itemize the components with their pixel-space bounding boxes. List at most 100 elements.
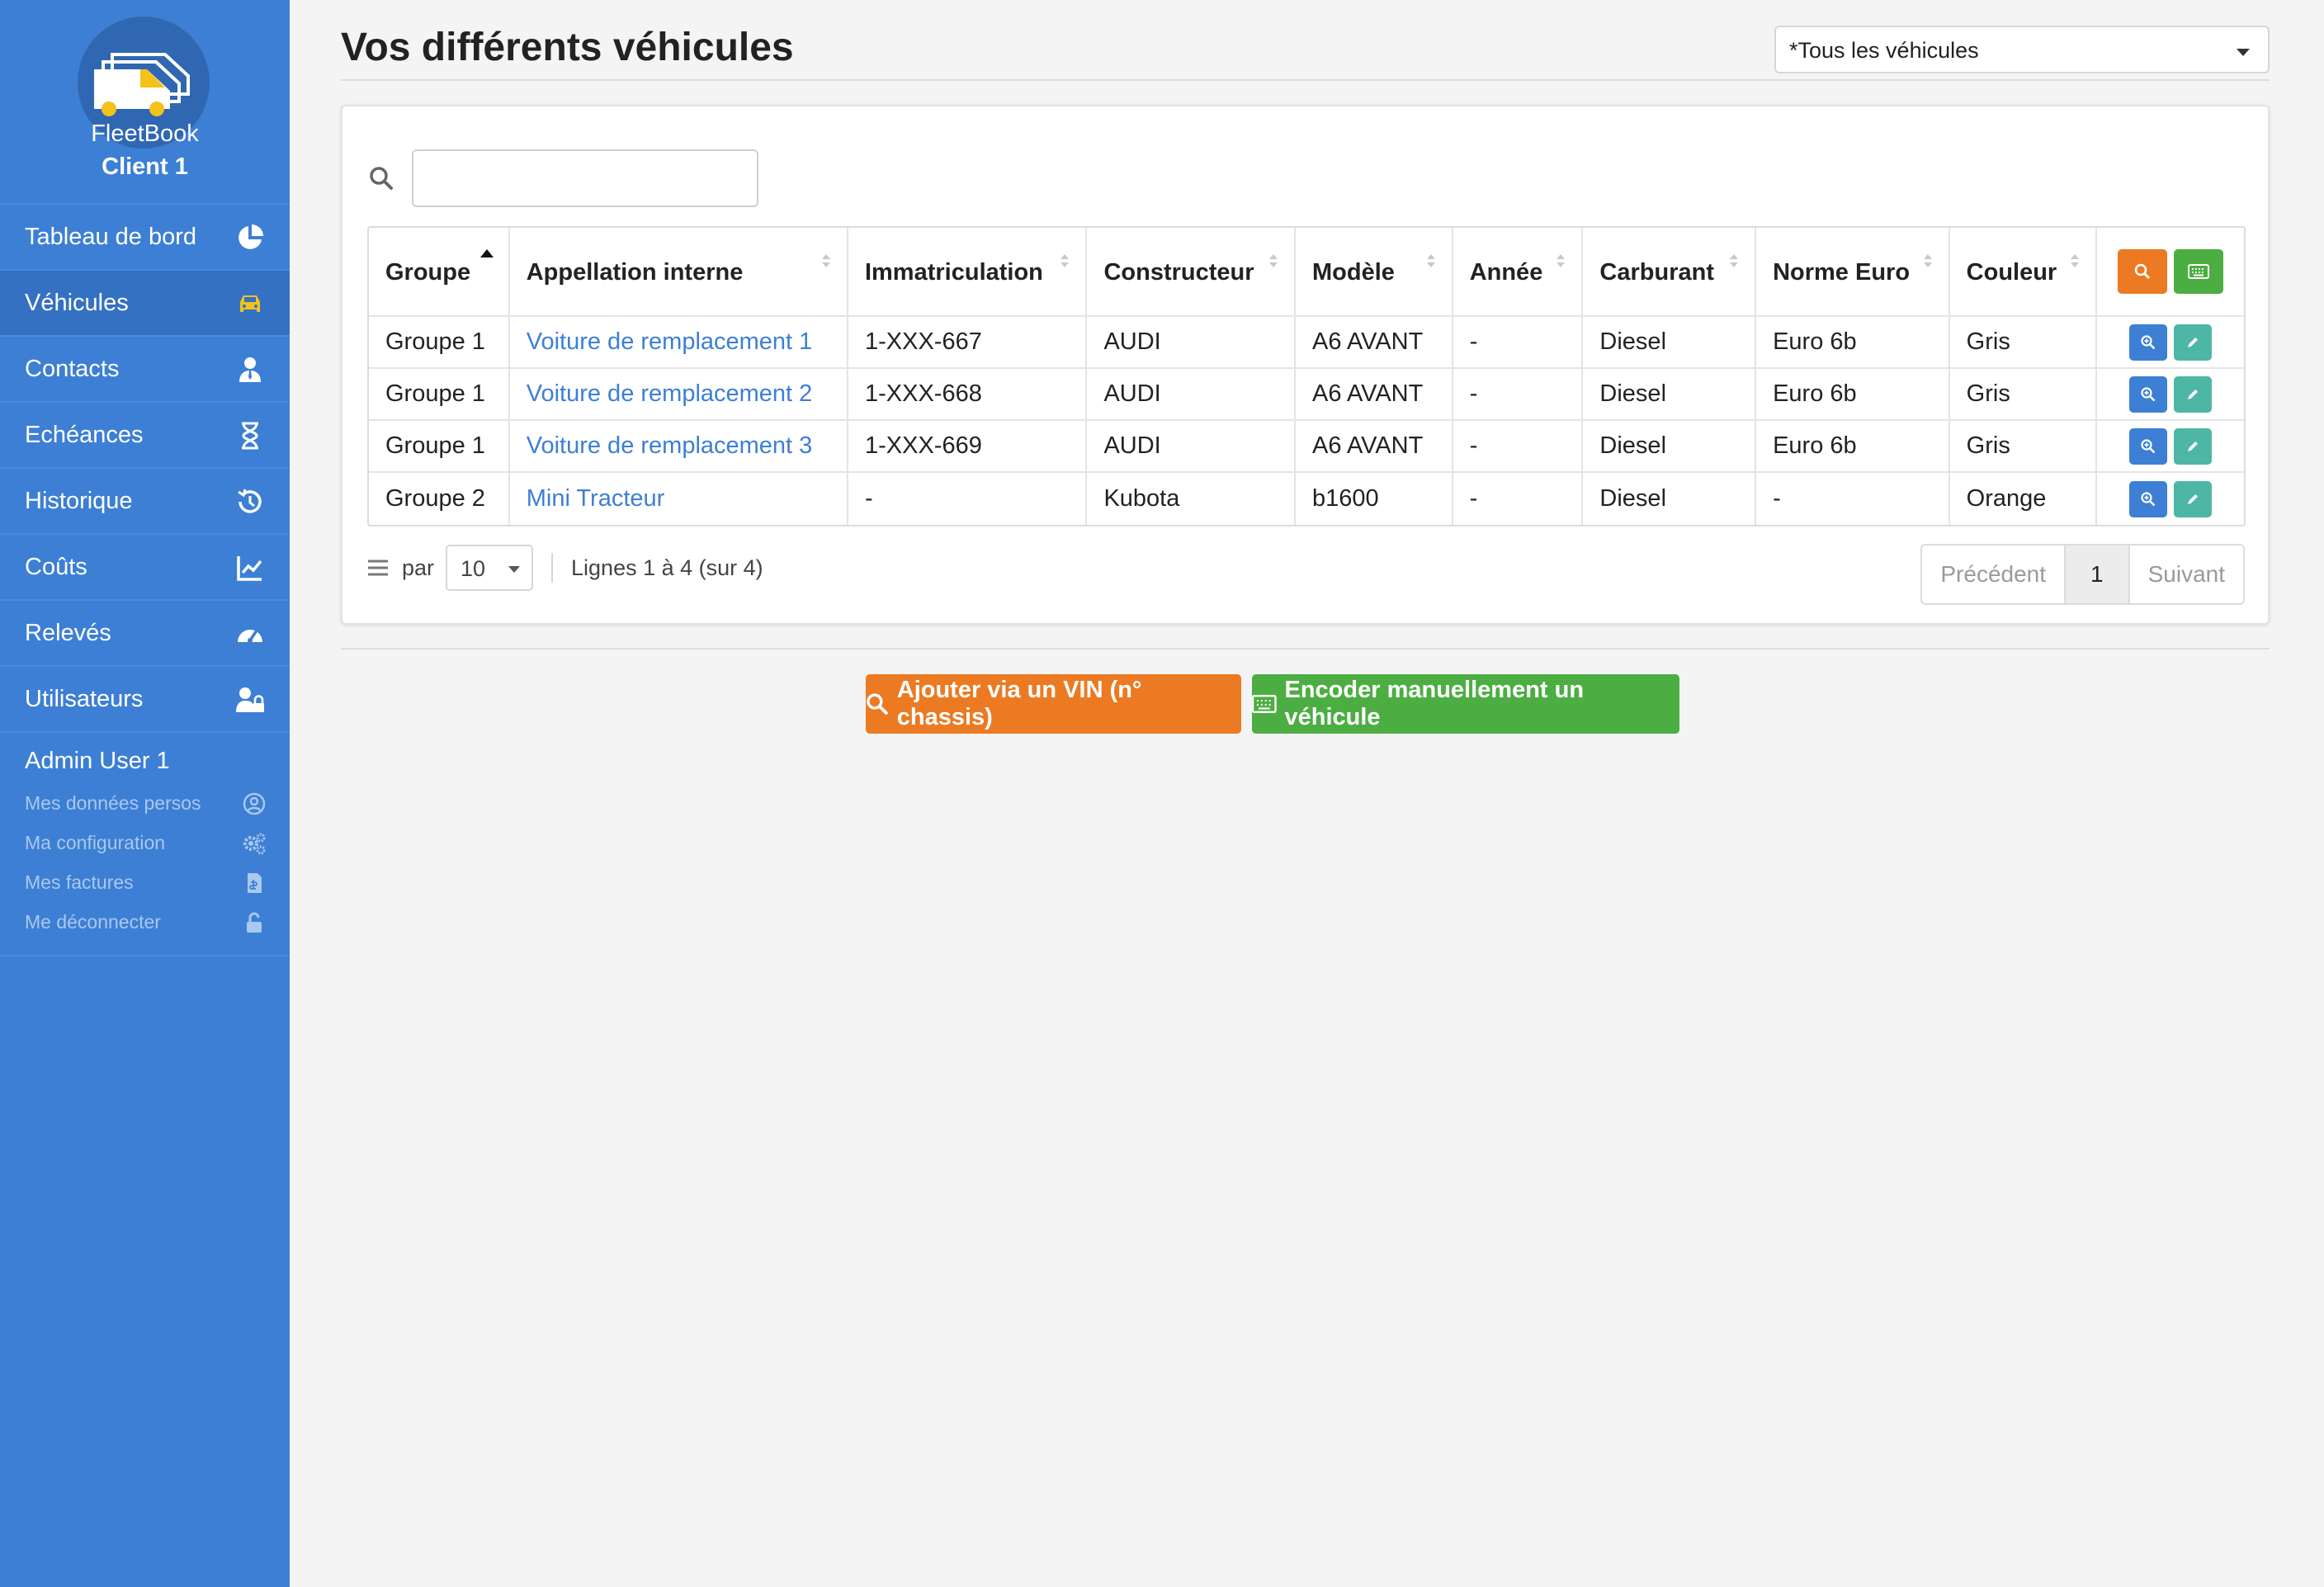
manual-entry-button[interactable]: Encoder manuellement un véhicule	[1252, 674, 1679, 734]
sidebar-item-label: Utilisateurs	[25, 685, 144, 712]
column-header-norme-euro[interactable]: Norme Euro	[1756, 228, 1950, 315]
cell-couleur: Gris	[1950, 317, 2098, 367]
cell-carburant: Diesel	[1583, 369, 1757, 419]
pencil-icon	[2188, 389, 2199, 399]
column-header-annee[interactable]: Année	[1453, 228, 1584, 315]
header-manual-entry-button[interactable]	[2174, 249, 2224, 294]
header-search-vin-button[interactable]	[2118, 249, 2168, 294]
row-actions	[2097, 369, 2244, 419]
pagination-next[interactable]: Suivant	[2129, 546, 2243, 603]
sidebar-link-personal-data[interactable]: Mes données persos	[25, 783, 267, 823]
view-vehicle-button[interactable]	[2129, 427, 2168, 465]
pencil-icon	[2188, 441, 2199, 451]
vehicle-link[interactable]: Voiture de remplacement 2	[527, 380, 813, 408]
table-search-input[interactable]	[412, 149, 758, 207]
cell-annee: -	[1453, 317, 1584, 367]
cell-annee: -	[1453, 473, 1584, 525]
sidebar-item-costs[interactable]: Coûts	[0, 535, 290, 601]
sidebar-link-logout[interactable]: Me déconnecter	[25, 902, 265, 942]
sidebar-link-label: Ma configuration	[25, 831, 166, 853]
table-row[interactable]: Groupe 1 Voiture de remplacement 2 1-XXX…	[369, 369, 2244, 421]
sidebar-item-history[interactable]: Historique	[0, 469, 290, 535]
cogs-icon	[242, 831, 267, 856]
cell-appellation: Voiture de remplacement 2	[510, 369, 848, 419]
sidebar-item-vehicles[interactable]: Véhicules	[0, 271, 290, 337]
sidebar-item-readings[interactable]: Relevés	[0, 601, 290, 667]
column-header-appellation[interactable]: Appellation interne	[510, 228, 848, 315]
chevron-down-icon	[508, 566, 521, 573]
cell-groupe: Groupe 1	[369, 369, 510, 419]
cell-appellation: Voiture de remplacement 3	[510, 421, 848, 471]
client-name: Client 1	[102, 154, 188, 180]
sidebar-item-contacts[interactable]: Contacts	[0, 337, 290, 403]
vehicle-link[interactable]: Voiture de remplacement 1	[527, 328, 813, 356]
edit-vehicle-button[interactable]	[2174, 427, 2213, 465]
column-header-groupe[interactable]: Groupe	[369, 228, 510, 315]
view-vehicle-button[interactable]	[2129, 480, 2168, 517]
user-circle-icon	[242, 791, 267, 816]
cell-constructeur: AUDI	[1087, 369, 1297, 419]
manual-entry-label: Encoder manuellement un véhicule	[1284, 677, 1585, 730]
pagination: Précédent 1 Suivant	[1920, 544, 2245, 605]
sidebar-item-deadlines[interactable]: Echéances	[0, 403, 290, 469]
column-header-couleur[interactable]: Couleur	[1950, 228, 2098, 315]
table-header-row: Groupe Appellation interne Immatriculati…	[369, 228, 2244, 317]
table-row[interactable]: Groupe 1 Voiture de remplacement 3 1-XXX…	[369, 421, 2244, 473]
vehicle-filter-select[interactable]: *Tous les véhicules	[1774, 26, 2270, 73]
vehicle-link[interactable]: Mini Tracteur	[527, 485, 665, 512]
sidebar-link-invoices[interactable]: Mes factures	[25, 862, 265, 902]
cell-appellation: Voiture de remplacement 1	[510, 317, 848, 367]
column-header-modele[interactable]: Modèle	[1296, 228, 1453, 315]
sidebar-link-configuration[interactable]: Ma configuration	[25, 823, 267, 862]
column-header-constructeur[interactable]: Constructeur	[1087, 228, 1297, 315]
sort-icon	[821, 254, 830, 267]
cell-groupe: Groupe 1	[369, 317, 510, 367]
cell-norme-euro: Euro 6b	[1756, 369, 1950, 419]
add-by-vin-button[interactable]: Ajouter via un VIN (n° chassis)	[866, 674, 1241, 734]
sidebar-item-users[interactable]: Utilisateurs	[0, 667, 290, 733]
sidebar-item-label: Echéances	[25, 421, 144, 448]
cell-modele: A6 AVANT	[1296, 421, 1453, 471]
line-chart-icon	[235, 553, 265, 583]
keyboard-icon	[2188, 264, 2210, 279]
vehicle-link[interactable]: Voiture de remplacement 3	[527, 432, 813, 460]
column-label: Appellation interne	[526, 259, 744, 286]
sort-icon	[1923, 254, 1932, 267]
view-vehicle-button[interactable]	[2129, 375, 2168, 413]
view-vehicle-button[interactable]	[2129, 324, 2168, 361]
edit-vehicle-button[interactable]	[2174, 480, 2213, 517]
chevron-down-icon	[2237, 49, 2250, 56]
column-label: Année	[1469, 259, 1543, 286]
per-page-select[interactable]: 10	[446, 545, 534, 591]
sidebar-item-dashboard[interactable]: Tableau de bord	[0, 205, 290, 271]
pagination-previous[interactable]: Précédent	[1922, 546, 2065, 603]
cell-couleur: Gris	[1950, 369, 2098, 419]
cell-constructeur: AUDI	[1087, 421, 1297, 471]
per-page-label: par	[402, 555, 435, 580]
table-row[interactable]: Groupe 2 Mini Tracteur - Kubota b1600 - …	[369, 473, 2244, 525]
edit-vehicle-button[interactable]	[2174, 375, 2213, 413]
section-divider	[341, 648, 2270, 649]
column-label: Immatriculation	[864, 259, 1043, 286]
search-icon	[367, 164, 395, 192]
cell-norme-euro: Euro 6b	[1756, 421, 1950, 471]
search-icon	[867, 693, 888, 715]
cell-modele: A6 AVANT	[1296, 369, 1453, 419]
sidebar-item-label: Contacts	[25, 355, 120, 382]
sort-icon	[1269, 254, 1278, 267]
cell-groupe: Groupe 2	[369, 473, 510, 525]
sidebar-item-label: Relevés	[25, 619, 111, 646]
cell-couleur: Orange	[1950, 473, 2098, 525]
sort-icon	[1730, 254, 1739, 267]
pie-chart-icon	[235, 223, 265, 253]
unlock-icon	[242, 910, 267, 935]
sidebar-item-label: Coûts	[25, 553, 87, 580]
cell-modele: A6 AVANT	[1296, 317, 1453, 367]
per-page-value: 10	[461, 556, 486, 581]
edit-vehicle-button[interactable]	[2174, 324, 2213, 361]
vehicles-card: Groupe Appellation interne Immatriculati…	[341, 105, 2270, 625]
column-header-carburant[interactable]: Carburant	[1583, 228, 1757, 315]
pagination-page[interactable]: 1	[2064, 546, 2130, 603]
table-row[interactable]: Groupe 1 Voiture de remplacement 1 1-XXX…	[369, 317, 2244, 369]
column-header-immatriculation[interactable]: Immatriculation	[848, 228, 1088, 315]
